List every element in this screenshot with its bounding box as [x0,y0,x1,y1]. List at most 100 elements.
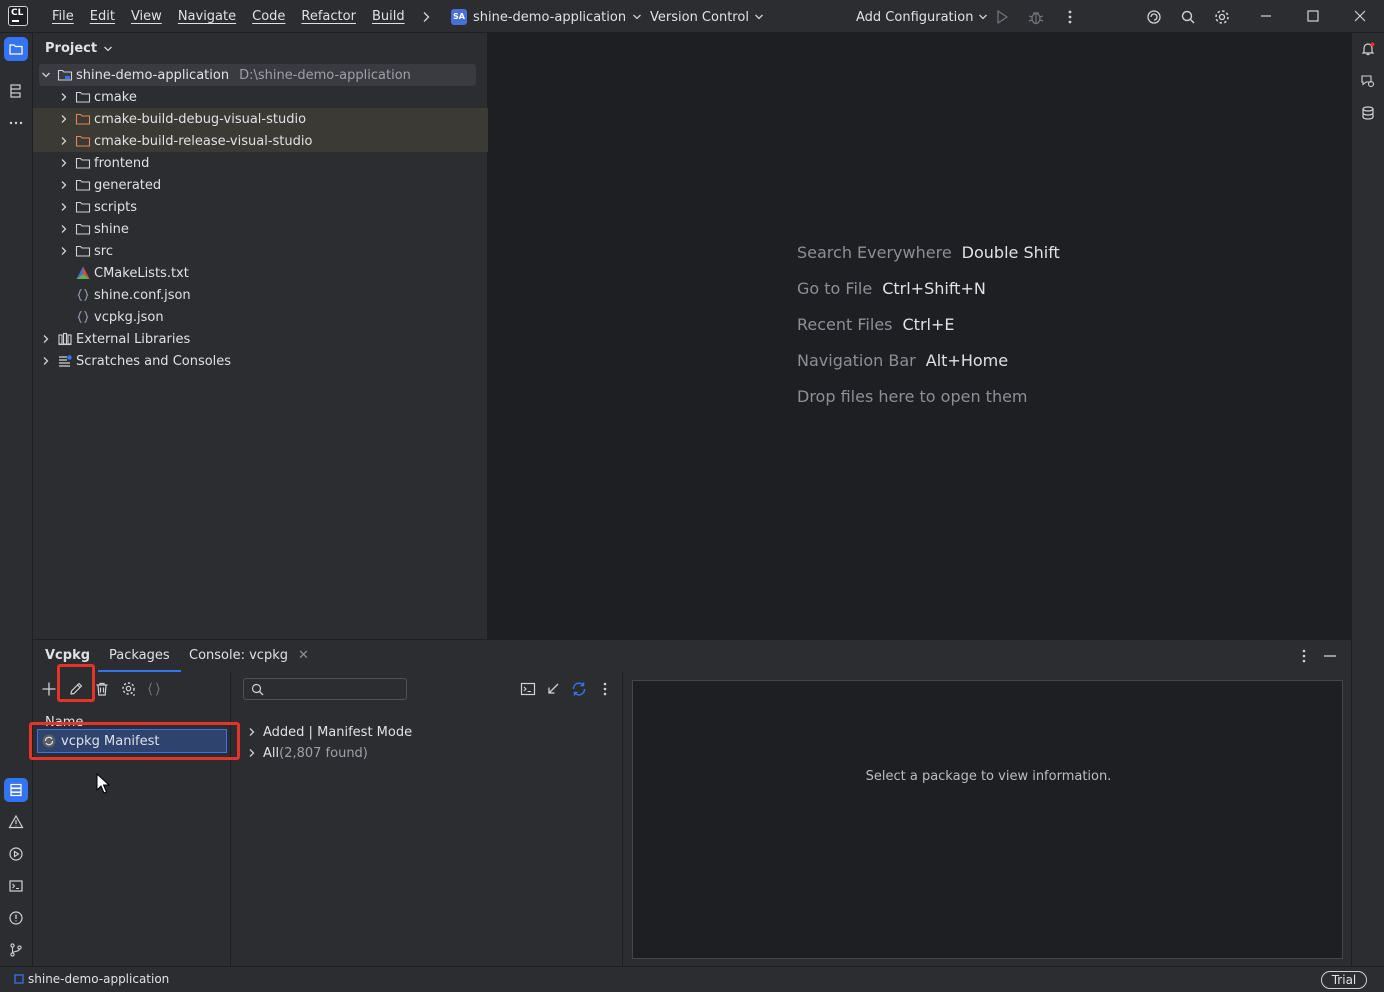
chevron-down-icon[interactable] [39,64,53,86]
more-vertical-icon[interactable] [596,680,614,698]
package-group-added[interactable]: Added | Manifest Mode [247,722,412,742]
debug-icon[interactable] [1027,8,1045,26]
menu-file[interactable]: File [52,9,74,24]
chevron-right-icon[interactable] [57,108,71,130]
settings-gear-icon[interactable] [1213,8,1231,26]
libraries-icon [57,331,73,347]
run-configuration-widget[interactable]: Add Configuration [856,7,988,27]
chevron-right-icon[interactable] [57,130,71,152]
project-switcher[interactable]: SA shine-demo-application [451,7,642,27]
hint-navigation-bar: Navigation Bar Alt+Home [797,351,1060,387]
chevron-right-icon[interactable] [57,218,71,240]
structure-tool-button[interactable] [4,79,28,103]
refresh-sync-icon[interactable] [570,680,588,698]
chevron-right-icon[interactable] [39,328,53,350]
packages-pane: Added | Manifest Mode All (2,807 found) [231,672,623,967]
manifest-list-item-selected[interactable]: vcpkg Manifest [37,729,227,753]
more-vertical-icon[interactable] [1295,647,1313,665]
menu-code[interactable]: Code [252,9,285,24]
notifications-problems-button[interactable] [4,906,28,930]
package-group-label: Added | Manifest Mode [263,724,413,740]
minimize-panel-icon[interactable] [1321,647,1339,665]
problems-tool-button[interactable] [4,810,28,834]
tree-node[interactable]: src [33,240,488,262]
more-vertical-icon[interactable] [1061,8,1079,26]
more-tools-button[interactable] [4,111,28,135]
tree-node[interactable]: cmake-build-debug-visual-studio [33,108,488,130]
tab-packages[interactable]: Packages [98,640,181,672]
chevron-down-icon [979,14,988,20]
search-icon[interactable] [1179,8,1197,26]
manifest-name: vcpkg Manifest [61,733,160,749]
delete-trash-icon[interactable] [93,680,111,698]
menu-navigate[interactable]: Navigate [178,9,236,24]
package-search-input[interactable] [268,681,402,697]
tree-node[interactable]: scripts [33,196,488,218]
chevron-right-icon[interactable] [57,240,71,262]
add-icon[interactable] [40,680,58,698]
ai-assistant-icon[interactable] [1145,8,1163,26]
chevron-right-icon[interactable] [57,152,71,174]
menu-more-chevron-icon[interactable] [421,11,431,23]
tree-node[interactable]: generated [33,174,488,196]
app-logo-bar [12,20,19,22]
maximize-window-button[interactable] [1305,8,1321,24]
manifest-list-pane: Name vcpkg Manifest [33,672,231,967]
tree-node[interactable]: Scratches and Consoles [33,350,488,372]
tree-node[interactable]: External Libraries [33,328,488,350]
tree-root-label: shine-demo-application [76,67,230,83]
database-tool-button[interactable] [1356,101,1380,125]
close-window-button[interactable] [1352,8,1368,24]
services-tool-button[interactable] [4,842,28,866]
bell-icon [1361,42,1375,56]
hint-recent-files: Recent Files Ctrl+E [797,315,1060,351]
version-control-widget[interactable]: Version Control [650,7,764,27]
close-icon[interactable]: ✕ [298,640,309,672]
edit-pencil-icon[interactable] [67,680,85,698]
tree-node[interactable]: vcpkg.json [33,306,488,328]
tab-console-vcpkg[interactable]: Console: vcpkg ✕ [189,640,309,672]
project-view-selector[interactable]: Project [45,41,113,56]
chevron-right-icon[interactable] [57,86,71,108]
tree-node[interactable]: cmake [33,86,488,108]
chevron-right-icon[interactable] [57,174,71,196]
menu-build[interactable]: Build [372,9,405,24]
terminal-icon[interactable] [519,680,537,698]
run-icon[interactable] [993,8,1011,26]
editor-area: Search Everywhere Double Shift Go to Fil… [489,33,1351,639]
folder-icon [75,155,91,171]
tree-items: cmake cmake-build-debug-visual-studio cmak… [33,86,488,372]
package-group-all[interactable]: All (2,807 found) [247,743,368,763]
cmake-file-icon [75,265,91,281]
app-logo-icon[interactable]: CL [8,6,28,26]
module-square-icon [14,974,24,984]
terminal-tool-button[interactable] [4,874,28,898]
git-tool-button[interactable] [4,938,28,962]
tree-node[interactable]: frontend [33,152,488,174]
tree-node[interactable]: CMakeLists.txt [33,262,488,284]
tree-node-label: generated [94,177,162,193]
status-breadcrumb[interactable]: shine-demo-application [14,972,169,986]
menu-edit[interactable]: Edit [90,9,115,24]
warning-triangle-icon [8,814,24,829]
tree-root-node[interactable]: shine-demo-application D:\shine-demo-app… [39,64,476,86]
tree-node[interactable]: shine [33,218,488,240]
notifications-button[interactable] [1356,37,1380,61]
trial-badge[interactable]: Trial [1321,971,1367,989]
ai-chat-button[interactable] [1356,69,1380,93]
chevron-right-icon[interactable] [39,350,53,372]
json-braces-icon[interactable] [145,680,163,698]
menu-view[interactable]: View [131,9,162,24]
chevron-right-icon[interactable] [57,196,71,218]
tree-node[interactable]: shine.conf.json [33,284,488,306]
minimize-window-button[interactable] [1258,8,1274,24]
json-file-icon [75,287,91,303]
tree-node[interactable]: cmake-build-release-visual-studio [33,130,488,152]
vcpkg-tool-button[interactable] [4,778,28,802]
manifest-settings-gear-icon[interactable] [120,680,138,698]
hint-search-everywhere: Search Everywhere Double Shift [797,243,1060,279]
tree-node-label: cmake-build-debug-visual-studio [94,111,307,127]
collapse-arrow-icon[interactable] [544,680,562,698]
project-tool-button[interactable] [4,37,28,61]
menu-refactor[interactable]: Refactor [301,9,356,24]
